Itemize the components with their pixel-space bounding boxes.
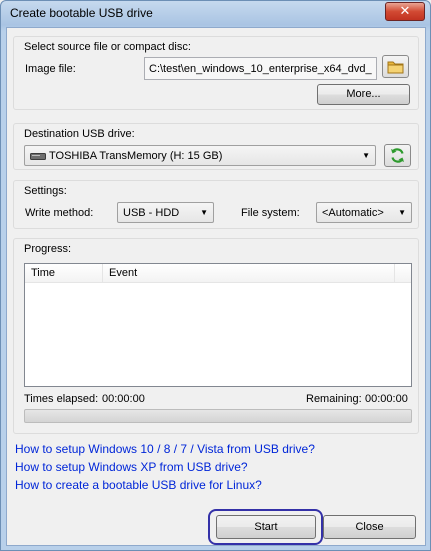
destination-group-label: Destination USB drive: [24, 128, 135, 140]
link-setup-windows-10[interactable]: How to setup Windows 10 / 8 / 7 / Vista … [15, 442, 315, 456]
event-log-header: Time Event [25, 264, 411, 283]
usb-drive-icon [30, 153, 46, 160]
destination-group: Destination USB drive: TOSHIBA TransMemo… [13, 123, 419, 170]
chevron-down-icon: ▼ [398, 208, 406, 217]
refresh-icon [391, 148, 404, 163]
file-system-label: File system: [241, 207, 300, 219]
title-bar[interactable]: Create bootable USB drive ✕ [1, 1, 430, 27]
more-button[interactable]: More... [317, 84, 410, 105]
window-close-button[interactable]: ✕ [385, 2, 425, 21]
remaining-label: Remaining: [306, 393, 362, 405]
window-title: Create bootable USB drive [10, 6, 153, 20]
chevron-down-icon: ▼ [362, 151, 370, 160]
close-icon: ✕ [399, 4, 411, 19]
source-group: Select source file or compact disc: Imag… [13, 36, 419, 110]
refresh-drives-button[interactable] [384, 144, 411, 167]
settings-group: Settings: Write method: USB - HDD ▼ File… [13, 180, 419, 229]
elapsed-label: Times elapsed: [24, 393, 99, 405]
image-file-input[interactable]: C:\test\en_windows_10_enterprise_x64_dvd… [144, 57, 377, 80]
usb-drive-select[interactable]: TOSHIBA TransMemory (H: 15 GB) ▼ [24, 145, 376, 166]
elapsed-value: 00:00:00 [102, 393, 145, 405]
dialog-body: Select source file or compact disc: Imag… [6, 27, 426, 546]
folder-icon [387, 61, 404, 74]
remaining-value: 00:00:00 [365, 393, 408, 405]
progress-group-label: Progress: [24, 243, 72, 255]
column-event[interactable]: Event [103, 264, 395, 283]
source-group-label: Select source file or compact disc: [24, 41, 191, 53]
start-button[interactable]: Start [216, 515, 316, 539]
column-time[interactable]: Time [25, 264, 103, 283]
browse-image-button[interactable] [382, 55, 409, 78]
link-setup-windows-xp[interactable]: How to setup Windows XP from USB drive? [15, 460, 248, 474]
settings-group-label: Settings: [24, 185, 67, 197]
progress-group: Progress: Time Event Times elapsed: 00:0… [13, 238, 419, 434]
file-system-select[interactable]: <Automatic> ▼ [316, 202, 412, 223]
usb-drive-value: TOSHIBA TransMemory (H: 15 GB) [49, 150, 223, 162]
write-method-label: Write method: [25, 207, 94, 219]
write-method-select[interactable]: USB - HDD ▼ [117, 202, 214, 223]
dialog-window: Create bootable USB drive ✕ Select sourc… [0, 0, 431, 551]
event-log-list[interactable]: Time Event [24, 263, 412, 387]
image-file-label: Image file: [25, 63, 76, 75]
chevron-down-icon: ▼ [200, 208, 208, 217]
link-bootable-linux[interactable]: How to create a bootable USB drive for L… [15, 478, 262, 492]
progress-bar [24, 409, 412, 423]
close-button[interactable]: Close [323, 515, 416, 539]
